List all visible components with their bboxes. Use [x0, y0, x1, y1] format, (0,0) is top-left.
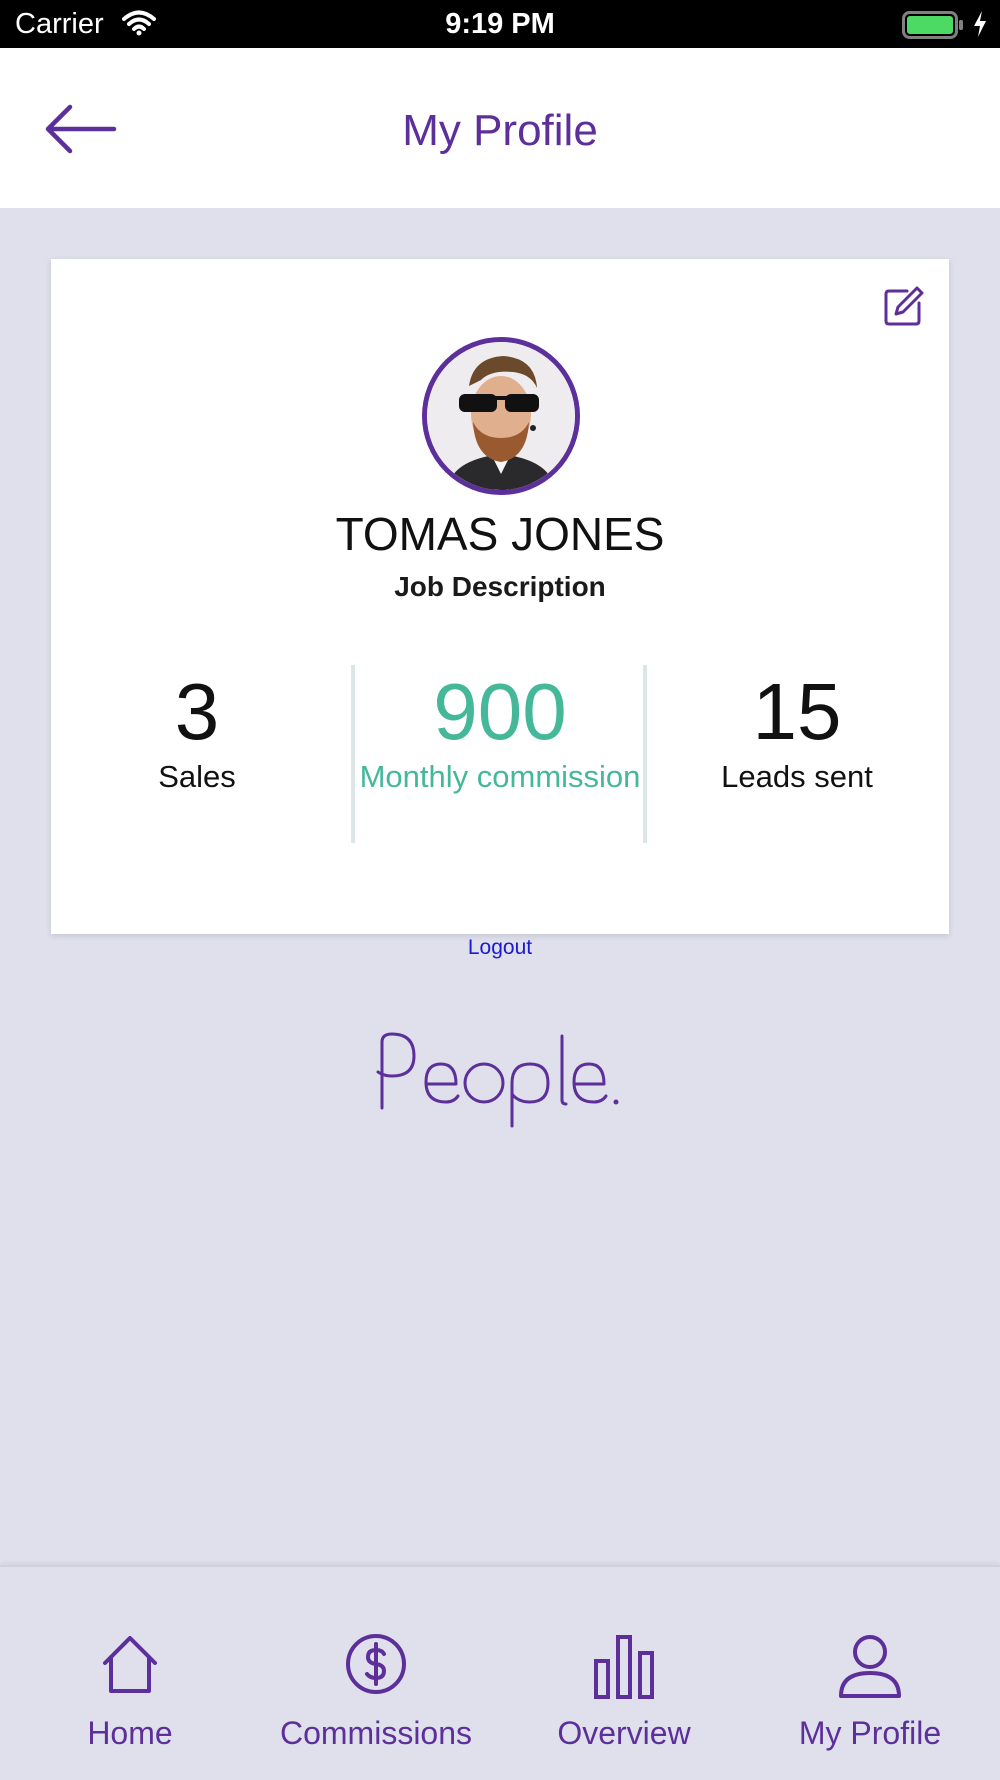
stat-value: 15 — [752, 667, 842, 756]
stat-value: 3 — [174, 667, 220, 756]
tab-overview[interactable]: Overview — [499, 1567, 749, 1780]
people-logo — [370, 1022, 630, 1137]
stat-value: 900 — [433, 667, 567, 756]
logout-link[interactable]: Logout — [0, 936, 1000, 960]
page-title: My Profile — [402, 106, 598, 155]
stat-label: Leads sent — [721, 759, 873, 794]
stat-label: Monthly commission — [359, 759, 641, 794]
status-bar: Carrier 9:19 PM — [0, 0, 1000, 48]
stat-label: Sales — [158, 759, 236, 794]
tab-home[interactable]: Home — [5, 1567, 255, 1780]
avatar — [422, 337, 580, 495]
dollar-circle-icon — [345, 1633, 407, 1703]
edit-icon — [883, 286, 925, 331]
tab-my-profile[interactable]: My Profile — [745, 1567, 995, 1780]
tab-label: Overview — [557, 1715, 691, 1751]
edit-profile-button[interactable] — [883, 285, 925, 327]
profile-name: TOMAS JONES — [335, 508, 665, 560]
tab-label: Home — [87, 1715, 173, 1751]
user-icon — [838, 1633, 902, 1703]
bar-chart-icon — [592, 1633, 656, 1703]
header: My Profile — [0, 48, 1000, 208]
profile-card: TOMAS JONES Job Description 3 Sales 900 … — [51, 259, 949, 934]
battery-icon — [902, 11, 964, 44]
tab-label: Commissions — [279, 1715, 473, 1751]
stat-monthly-commission: 900 Monthly commission — [350, 667, 650, 797]
tab-label: My Profile — [798, 1715, 942, 1751]
status-time: 9:19 PM — [445, 8, 555, 40]
charging-icon — [972, 10, 988, 43]
home-icon — [99, 1633, 161, 1703]
job-description: Job Description — [394, 571, 606, 602]
tab-commissions[interactable]: Commissions — [251, 1567, 501, 1780]
stat-sales: 3 Sales — [47, 667, 347, 797]
stat-leads-sent: 15 Leads sent — [647, 667, 947, 797]
tab-bar: Home Commissions Overview My Profile — [0, 1565, 1000, 1780]
